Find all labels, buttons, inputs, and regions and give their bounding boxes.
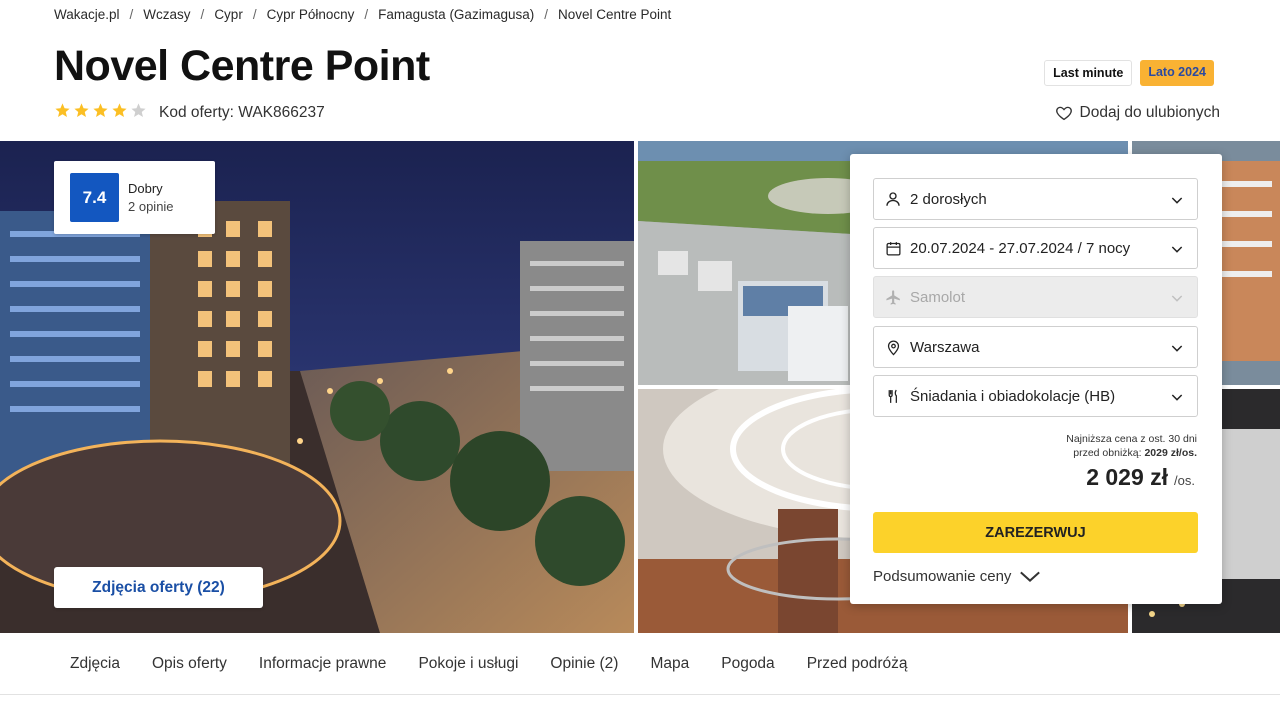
tab-rooms-services[interactable]: Pokoje i usługi <box>402 655 534 673</box>
breadcrumb-item[interactable]: Wakacje.pl <box>54 7 120 22</box>
last-minute-badge: Last minute <box>1044 60 1133 86</box>
chevron-down-icon <box>1171 246 1183 253</box>
transport-value: Samolot <box>910 288 966 306</box>
plane-icon <box>884 288 902 306</box>
page-title: Novel Centre Point <box>54 42 430 90</box>
tab-weather[interactable]: Pogoda <box>705 655 790 673</box>
board-select[interactable]: Śniadania i obiadokolacje (HB) <box>873 375 1198 417</box>
breadcrumb-separator: / <box>200 7 205 22</box>
rating-card[interactable]: 7.4 Dobry 2 opinie <box>54 161 215 234</box>
chevron-down-icon <box>1171 295 1183 302</box>
star-icon <box>112 103 127 118</box>
breadcrumb-item[interactable]: Wczasy <box>143 7 190 22</box>
price: 2 029 zł /os. <box>1086 464 1195 491</box>
favorite-label: Dodaj do ulubionych <box>1079 104 1220 121</box>
lowest-price-note-prefix: przed obniżką: <box>1073 447 1145 459</box>
breadcrumb: Wakacje.pl / Wczasy / Cypr / Cypr Północ… <box>54 7 671 22</box>
tab-map[interactable]: Mapa <box>634 655 705 673</box>
star-icon <box>55 103 70 118</box>
dates-select[interactable]: 20.07.2024 - 27.07.2024 / 7 nocy <box>873 227 1198 269</box>
guests-value: 2 dorosłych <box>910 190 987 208</box>
breadcrumb-separator: / <box>129 7 134 22</box>
price-amount: 2 029 zł <box>1086 464 1169 490</box>
heart-icon <box>1055 106 1072 121</box>
chevron-down-icon <box>1171 345 1183 352</box>
main-hotel-photo[interactable]: 7.4 Dobry 2 opinie Zdjęcia oferty (22) <box>0 141 634 633</box>
calendar-icon <box>884 239 902 257</box>
chevron-down-icon <box>1171 394 1183 401</box>
review-count: 2 opinie <box>128 199 174 214</box>
star-icon <box>74 103 89 118</box>
transport-select: Samolot <box>873 276 1198 318</box>
tab-legal-info[interactable]: Informacje prawne <box>243 655 403 673</box>
breadcrumb-separator: / <box>364 7 369 22</box>
badges: Last minute Lato 2024 <box>1044 60 1214 86</box>
rating-label: Dobry <box>128 181 163 196</box>
guests-select[interactable]: 2 dorosłych <box>873 178 1198 220</box>
chevron-down-icon <box>1171 197 1183 204</box>
breadcrumb-separator: / <box>252 7 257 22</box>
breadcrumb-item[interactable]: Famagusta (Gazimagusa) <box>378 7 534 22</box>
departure-value: Warszawa <box>910 338 980 356</box>
season-badge: Lato 2024 <box>1140 60 1214 86</box>
cutlery-icon <box>884 387 902 405</box>
reserve-button[interactable]: ZAREZERWUJ <box>873 512 1198 553</box>
departure-select[interactable]: Warszawa <box>873 326 1198 368</box>
breadcrumb-current: Novel Centre Point <box>557 7 672 22</box>
add-to-favorites-button[interactable]: Dodaj do ulubionych <box>1055 104 1220 122</box>
offer-photos-button[interactable]: Zdjęcia oferty (22) <box>54 567 263 608</box>
lowest-price-note: Najniższa cena z ost. 30 dni przed obniż… <box>1066 432 1197 460</box>
person-icon <box>884 190 902 208</box>
tab-before-trip[interactable]: Przed podróżą <box>791 655 924 673</box>
breadcrumb-separator: / <box>544 7 548 22</box>
location-pin-icon <box>884 338 902 356</box>
tab-photos[interactable]: Zdjęcia <box>54 655 136 673</box>
price-summary-toggle[interactable]: Podsumowanie ceny <box>873 568 1041 585</box>
lowest-price-value: 2029 zł/os. <box>1144 447 1197 459</box>
star-rating <box>54 102 147 119</box>
price-per-person: /os. <box>1174 473 1195 488</box>
section-tabs: Zdjęcia Opis oferty Informacje prawne Po… <box>0 633 1280 695</box>
board-value: Śniadania i obiadokolacje (HB) <box>910 387 1116 405</box>
chevron-down-icon <box>1020 571 1041 582</box>
breadcrumb-item[interactable]: Cypr Północny <box>267 7 355 22</box>
dates-value: 20.07.2024 - 27.07.2024 / 7 nocy <box>910 239 1131 257</box>
offer-code: Kod oferty: WAK866237 <box>159 104 325 121</box>
tab-reviews[interactable]: Opinie (2) <box>534 655 634 673</box>
star-empty-icon <box>131 103 146 118</box>
booking-panel: 2 dorosłych 20.07.2024 - 27.07.2024 / 7 … <box>850 154 1222 604</box>
lowest-price-note-line: Najniższa cena z ost. 30 dni <box>1066 433 1197 445</box>
star-icon <box>93 103 108 118</box>
tab-description[interactable]: Opis oferty <box>136 655 243 673</box>
rating-score: 7.4 <box>70 173 119 222</box>
breadcrumb-item[interactable]: Cypr <box>214 7 243 22</box>
price-summary-label: Podsumowanie ceny <box>873 568 1012 585</box>
